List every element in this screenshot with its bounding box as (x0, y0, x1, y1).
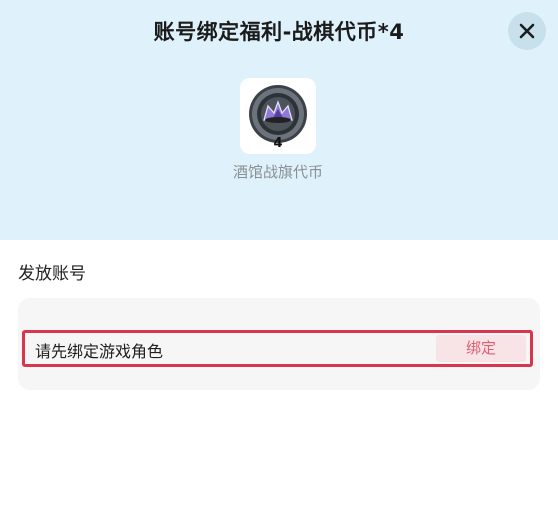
account-row: 请先绑定游戏角色 绑定 (22, 330, 533, 367)
account-section-label: 发放账号 (18, 264, 86, 284)
bind-button[interactable]: 绑定 (436, 335, 526, 362)
reward-count: 4 (273, 136, 283, 151)
reward-name: 酒馆战旗代币 (232, 163, 323, 181)
dialog-title: 账号绑定福利-战棋代币*4 (153, 20, 405, 44)
account-prompt: 请先绑定游戏角色 (35, 342, 164, 361)
bind-reward-dialog: 账号绑定福利-战棋代币*4 4 酒馆战旗代币 发放账号 请先绑定游戏角色 绑定 (0, 0, 558, 507)
close-button[interactable] (508, 12, 546, 50)
dialog-header: 账号绑定福利-战棋代币*4 4 酒馆战旗代币 (0, 0, 558, 240)
close-icon (519, 23, 535, 39)
